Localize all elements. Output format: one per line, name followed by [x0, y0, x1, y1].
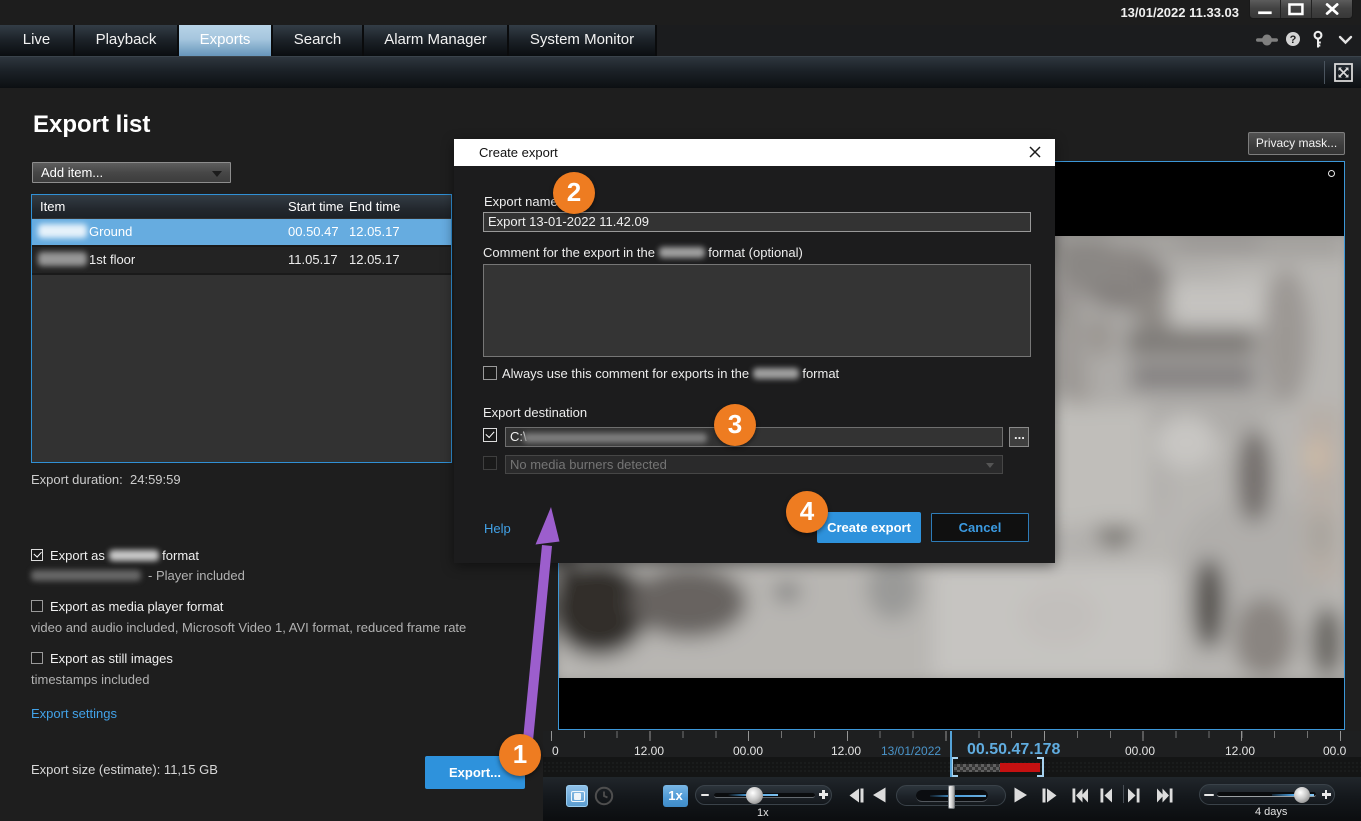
svg-text:?: ?: [1290, 34, 1297, 46]
